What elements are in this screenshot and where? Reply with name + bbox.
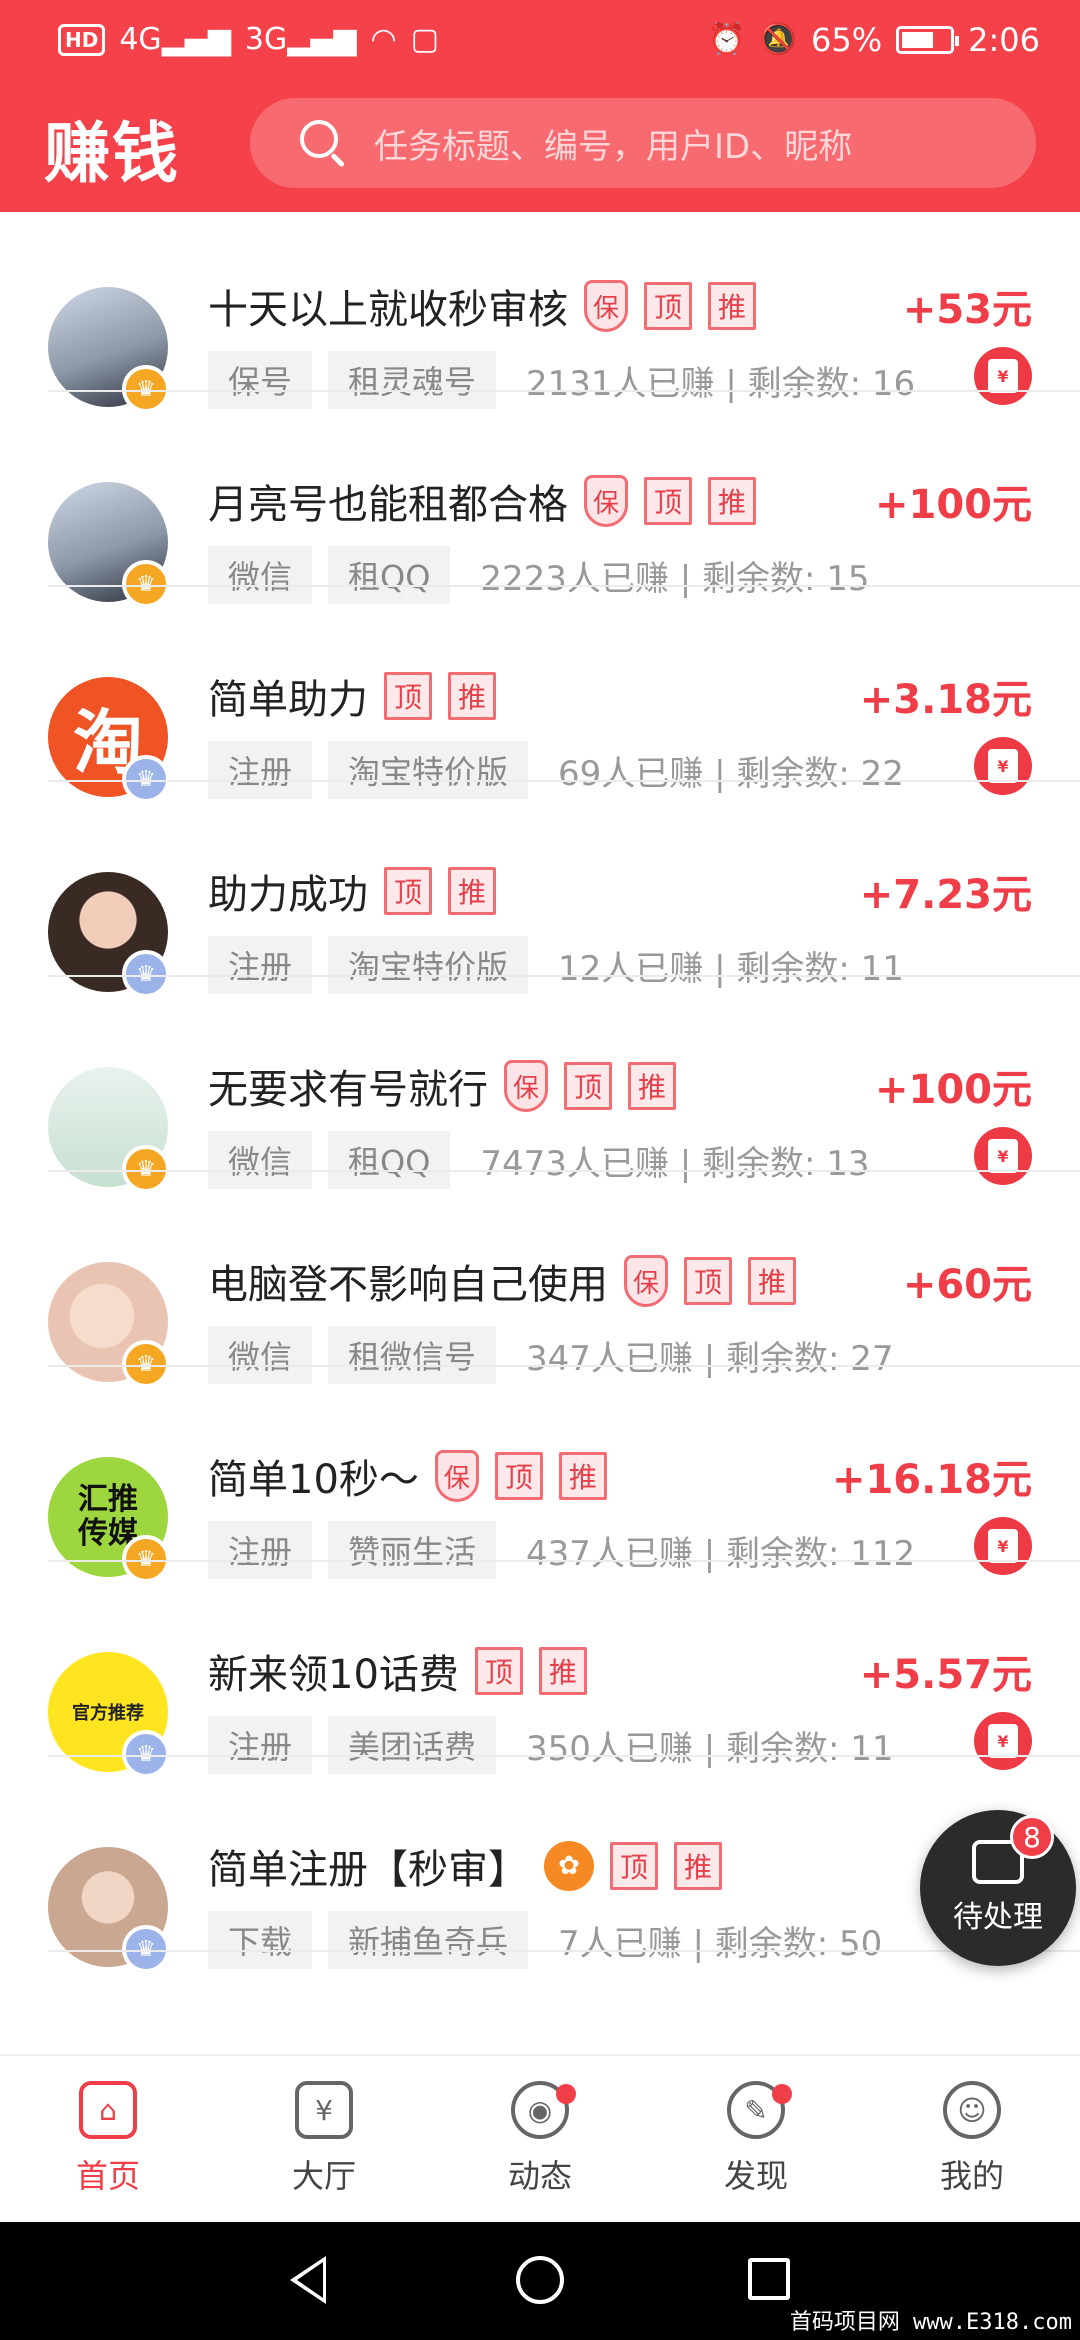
recommend-badge: 推 xyxy=(538,1647,587,1695)
task-tag-chip: 下载 xyxy=(208,1911,313,1969)
task-list: ♛ 十天以上就收秒审核 保顶推 保号 租灵魂号 2131人已赚 | 剩余数: 16… xyxy=(0,212,1080,1973)
nav-item-ticket[interactable]: ¥ 大厅 xyxy=(216,2056,432,2222)
notification-dot xyxy=(556,2084,576,2104)
recommend-badge: 推 xyxy=(748,1257,796,1305)
recommend-badge: 推 xyxy=(448,867,496,915)
app-logo: 赚钱 xyxy=(44,114,180,192)
pending-label: 待处理 xyxy=(953,1900,1043,1935)
pending-count-badge: 8 xyxy=(1010,1815,1054,1859)
crown-icon: ♛ xyxy=(122,1925,170,1973)
hd-icon: HD xyxy=(58,24,106,56)
recent-apps-icon[interactable] xyxy=(748,2258,790,2300)
battery-percent: 65% xyxy=(811,21,883,59)
divider xyxy=(48,1950,1080,1952)
top-badge: 顶 xyxy=(644,282,692,330)
top-badge: 顶 xyxy=(384,672,432,720)
guarantee-badge: 保 xyxy=(434,1450,479,1502)
recommend-badge: 推 xyxy=(628,1062,676,1110)
profile-icon: ☺ xyxy=(943,2081,1001,2139)
task-item[interactable]: ♛ 简单注册【秒审】 ✿顶推 下载新捕鱼奇兵 7人已赚 | 剩余数: 50 +3… xyxy=(0,1757,1080,1973)
home-icon: ⌂ xyxy=(79,2081,137,2139)
top-badge: 顶 xyxy=(610,1842,658,1890)
notification-dot xyxy=(772,2084,792,2104)
task-title: 无要求有号就行 xyxy=(208,1067,488,1113)
search-icon xyxy=(300,120,346,168)
task-item[interactable]: ♛ 十天以上就收秒审核 保顶推 保号 租灵魂号 2131人已赚 | 剩余数: 16… xyxy=(0,197,1080,413)
status-bar: HD 4G▂▄▆ 3G▂▄▆ ◠ ▢ ⏰ 🔕 65% 2:06 xyxy=(0,0,1080,80)
task-title: 电脑登不影响自己使用 xyxy=(208,1262,608,1308)
clock: 2:06 xyxy=(968,21,1040,59)
top-badge: 顶 xyxy=(384,867,432,915)
ticket-icon: ¥ xyxy=(295,2081,353,2139)
task-item[interactable]: 官方推荐 ♛ 新来领10话费 顶推 注册 美团话费 350人已赚 | 剩余数: 1… xyxy=(0,1562,1080,1778)
notification-icon: ▢ xyxy=(410,22,440,57)
flower-badge-icon: ✿ xyxy=(544,1841,594,1891)
task-item[interactable]: ♛ 电脑登不影响自己使用 保顶推 微信 租微信号 347人已赚 | 剩余数: 27… xyxy=(0,1172,1080,1388)
task-item[interactable]: ♛ 助力成功 顶推 注册 淘宝特价版 12人已赚 | 剩余数: 11 +7.23元 xyxy=(0,782,1080,998)
top-badge: 顶 xyxy=(494,1452,543,1500)
task-title: 简单10秒～ xyxy=(208,1457,419,1503)
nav-label: 我的 xyxy=(939,2157,1004,2195)
task-reward: +100元 xyxy=(874,482,1032,528)
mute-icon: 🔕 xyxy=(759,22,798,57)
recommend-badge: 推 xyxy=(708,477,756,525)
top-badge: 顶 xyxy=(564,1062,612,1110)
recommend-badge: 推 xyxy=(558,1452,607,1500)
nav-item-compass[interactable]: ✎ 发现 xyxy=(648,2056,864,2222)
guarantee-badge: 保 xyxy=(584,280,628,332)
top-badge: 顶 xyxy=(684,1257,732,1305)
search-input[interactable]: 任务标题、编号，用户ID、昵称 xyxy=(250,98,1036,188)
task-tag-chip: 新捕鱼奇兵 xyxy=(328,1911,529,1969)
signal-4g-icon: 4G▂▄▆ xyxy=(119,22,231,57)
task-reward: +7.23元 xyxy=(859,872,1032,918)
system-nav-bar: 首码项目网 www.E318.com xyxy=(0,2222,1080,2340)
recommend-badge: 推 xyxy=(708,282,756,330)
task-item[interactable]: 汇推 传媒 ♛ 简单10秒～ 保顶推 注册 赞丽生活 437人已赚 | 剩余数: 1… xyxy=(0,1367,1080,1583)
task-item[interactable]: ♛ 月亮号也能租都合格 保顶推 微信 租QQ 2223人已赚 | 剩余数: 15 … xyxy=(0,392,1080,608)
task-title: 十天以上就收秒审核 xyxy=(208,287,568,333)
task-stats: 7人已赚 | 剩余数: 50 xyxy=(558,1923,883,1964)
top-badge: 顶 xyxy=(474,1647,523,1695)
task-reward: +100元 xyxy=(874,1067,1032,1113)
guarantee-badge: 保 xyxy=(504,1060,548,1112)
alarm-icon: ⏰ xyxy=(708,22,746,57)
task-title: 助力成功 xyxy=(208,872,368,918)
nav-label: 首页 xyxy=(75,2157,140,2195)
search-placeholder: 任务标题、编号，用户ID、昵称 xyxy=(374,126,853,167)
nav-item-home[interactable]: ⌂ 首页 xyxy=(0,2056,216,2222)
task-title: 简单注册【秒审】 xyxy=(208,1847,528,1893)
top-badge: 顶 xyxy=(644,477,692,525)
task-title: 简单助力 xyxy=(208,677,368,723)
signal-3g-icon: 3G▂▄▆ xyxy=(244,22,357,57)
recommend-badge: 推 xyxy=(674,1842,722,1890)
task-item[interactable]: ♛ 无要求有号就行 保顶推 微信 租QQ 7473人已赚 | 剩余数: 13 +1… xyxy=(0,977,1080,1193)
nav-item-profile[interactable]: ☺ 我的 xyxy=(864,2056,1080,2222)
bottom-nav: ⌂ 首页 ¥ 大厅 ◉ 动态 ✎ 发现 ☺ 我的 xyxy=(0,2054,1080,2222)
nav-item-broadcast[interactable]: ◉ 动态 xyxy=(432,2056,648,2222)
battery-icon xyxy=(896,26,960,54)
nav-label: 大厅 xyxy=(291,2157,356,2195)
home-circle-icon[interactable] xyxy=(516,2256,564,2304)
recommend-badge: 推 xyxy=(448,672,496,720)
task-reward: +53元 xyxy=(902,287,1032,333)
wifi-icon: ◠ xyxy=(370,22,397,57)
watermark: 首码项目网 www.E318.com xyxy=(789,2310,1072,2335)
guarantee-badge: 保 xyxy=(584,475,628,527)
app-header: HD 4G▂▄▆ 3G▂▄▆ ◠ ▢ ⏰ 🔕 65% 2:06 赚钱 任务标题、… xyxy=(0,0,1080,212)
task-item[interactable]: 淘 ♛ 简单助力 顶推 注册 淘宝特价版 69人已赚 | 剩余数: 22 +3.1… xyxy=(0,587,1080,803)
task-reward: +5.57元 xyxy=(859,1652,1032,1698)
guarantee-badge: 保 xyxy=(624,1255,668,1307)
task-reward: +16.18元 xyxy=(831,1457,1032,1503)
task-title: 新来领10话费 xyxy=(208,1652,459,1698)
task-reward: +60元 xyxy=(902,1262,1032,1308)
nav-label: 动态 xyxy=(507,2157,572,2195)
nav-label: 发现 xyxy=(723,2157,788,2195)
task-title: 月亮号也能租都合格 xyxy=(208,482,568,528)
task-reward: +3.18元 xyxy=(859,677,1032,723)
